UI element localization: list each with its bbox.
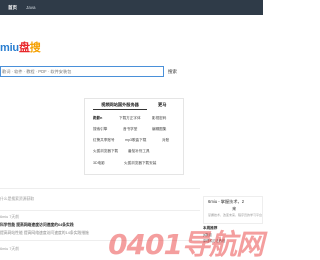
- sidebar-card-title: 6miu - 掌握技术，2: [208, 199, 245, 204]
- search-input[interactable]: [0, 66, 164, 77]
- post-meta: 6miu 7天前: [0, 247, 19, 251]
- divider: [0, 210, 200, 211]
- post-meta: 6miu 7天前: [0, 215, 19, 219]
- sidebar-profile-card: 6miu - 掌握技术，2 来 掌握技术，改变未来，程序员的学习平台: [203, 196, 263, 224]
- panel-link[interactable]: 3D电影: [93, 160, 105, 166]
- divider: [0, 188, 200, 189]
- sidebar-card-description: 掌握技术，改变未来，程序员的学习平台: [208, 213, 263, 217]
- panel-link[interactable]: 影视密码: [152, 115, 166, 121]
- logo-text-miu: miu: [0, 42, 19, 54]
- panel-link[interactable]: 编辑图集: [152, 126, 166, 132]
- panel-link[interactable]: 番茄补剂工具: [128, 148, 150, 154]
- panel-link[interactable]: 对账: [162, 137, 169, 143]
- logo-text-sou: 搜: [29, 42, 41, 54]
- panel-link[interactable]: mp3歌曲下载: [125, 137, 146, 143]
- links-panel: 视频网站国外服务器 更马 跑影n 下载方正字体 影视密码 搜索引擎 音书学堂 编…: [84, 98, 184, 175]
- post-snippet: 提高网站性能 提高网络速度访问速度的14条实践措施: [0, 231, 89, 235]
- post-title-link[interactable]: 科学性能 提高网络速度访问速度的64条实践: [0, 222, 74, 228]
- panel-link[interactable]: 下载方正字体: [119, 115, 141, 121]
- nav-item-home[interactable]: 首页: [8, 3, 17, 12]
- panel-link[interactable]: 红警共享账号: [93, 137, 115, 143]
- logo-text-pan: 盘: [18, 42, 30, 54]
- panel-tab-overseas-servers[interactable]: 视频网站国外服务器: [93, 101, 147, 110]
- search-button[interactable]: 搜索: [166, 66, 180, 77]
- panel-link[interactable]: 音书学堂: [123, 126, 137, 132]
- panel-link[interactable]: 搜索引擎: [93, 126, 107, 132]
- panel-link[interactable]: 火狐浏览器下载安装: [124, 160, 156, 166]
- sidebar-card-title-continued: 来: [232, 206, 237, 211]
- panel-link[interactable]: 跑影n: [93, 115, 102, 121]
- section-title: 什么是搜索资源获取: [0, 197, 35, 201]
- watermark-logo: 0401导航网: [108, 228, 264, 260]
- top-navigation-bar: 首页 Java: [0, 0, 263, 15]
- site-logo[interactable]: miu盘搜: [0, 41, 41, 55]
- panel-tab-more[interactable]: 更马: [158, 101, 166, 109]
- nav-item-java[interactable]: Java: [26, 3, 36, 12]
- panel-link[interactable]: 火狐浏览器下载: [93, 148, 118, 154]
